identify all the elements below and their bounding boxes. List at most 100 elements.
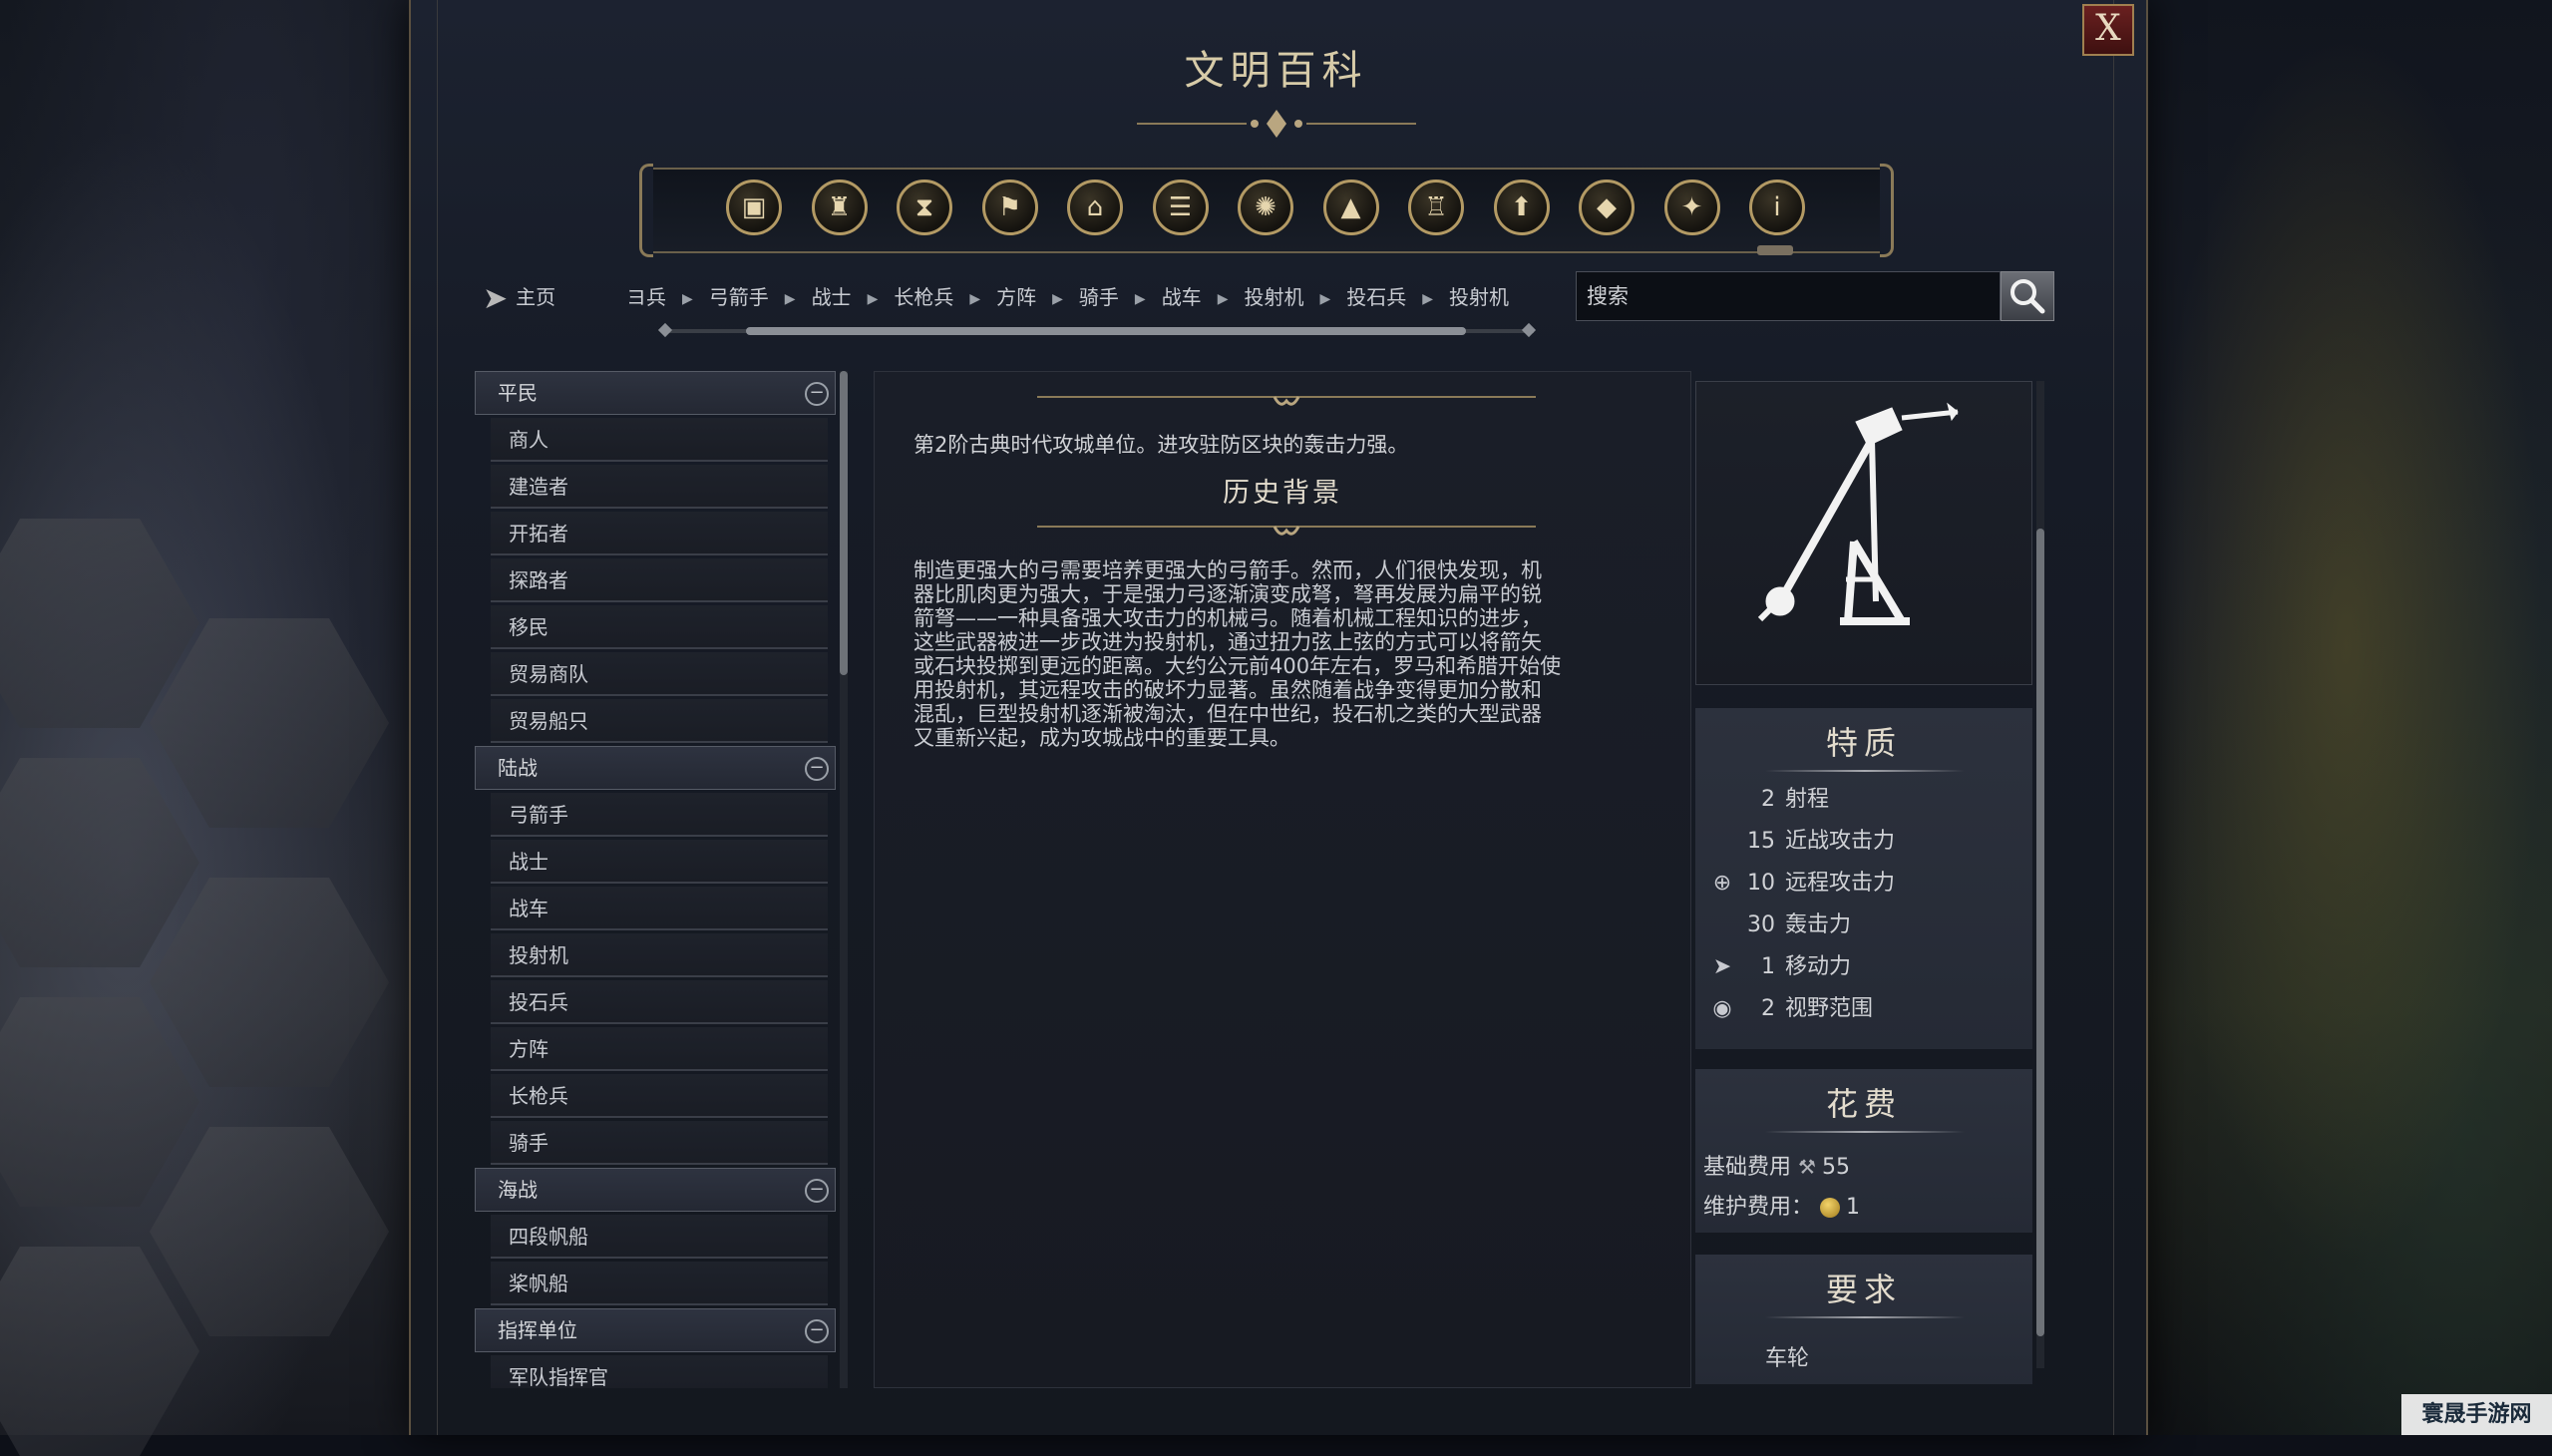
breadcrumb-item[interactable]: 战士 — [812, 279, 852, 315]
list-item[interactable]: 建造者 — [491, 465, 828, 509]
list-item[interactable]: 四段帆船 — [491, 1215, 828, 1259]
trait-row: ➤ 1 移动力 — [1695, 947, 2032, 987]
history-line: 这些武器被进一步改进为投射机，通过扭力弦上弦的方式可以将箭矢 — [913, 630, 1542, 654]
list-scroll-thumb[interactable] — [840, 371, 848, 675]
collapse-icon[interactable]: − — [805, 382, 829, 406]
list-item[interactable]: 骑手 — [491, 1121, 828, 1165]
list-group-header[interactable]: 指挥单位 − — [475, 1308, 836, 1352]
breadcrumb-scroll-thumb[interactable] — [746, 327, 1466, 335]
breadcrumb-item[interactable]: 弓箭手 — [709, 279, 769, 315]
close-button[interactable]: X — [2082, 4, 2134, 56]
breadcrumb-item[interactable]: 投射机 — [1244, 279, 1303, 315]
list-item[interactable]: 战士 — [491, 840, 828, 884]
cost-title: 花费 — [1825, 1085, 1902, 1123]
list-item[interactable]: 弓箭手 — [491, 793, 828, 837]
history-line: 制造更强大的弓需要培养更强大的弓箭手。然而，人们很快发现，机 — [913, 558, 1542, 582]
search-button[interactable] — [2001, 271, 2054, 321]
breadcrumb-separator-icon: ▶ — [784, 290, 796, 307]
back-arrow-icon: ➤ — [483, 280, 509, 316]
breadcrumb-separator-icon: ▶ — [682, 290, 693, 307]
breadcrumb-item[interactable]: 长枪兵 — [894, 279, 953, 315]
breadcrumb-separator-icon: ▶ — [1217, 290, 1229, 307]
unit-list: 平民 − 商人 建造者 开拓者 探路者 移民 贸易商队 贸易船只 陆战 − 弓箭手 战士 战车 投射机 投石兵… — [475, 371, 840, 1388]
history-text: 制造更强大的弓需要培养更强大的弓箭手。然而，人们很快发现，机 器比肌肉更为强大，于… — [913, 558, 1651, 750]
flag-icon[interactable]: ⚑ — [981, 180, 1038, 235]
list-item[interactable]: 探路者 — [491, 558, 828, 602]
home-link[interactable]: ➤ 主页 — [483, 279, 556, 316]
list-item[interactable]: 军队指挥官 — [491, 1355, 828, 1388]
resource-icon[interactable]: ◆ — [1579, 180, 1635, 235]
list-item[interactable]: 贸易船只 — [491, 699, 828, 743]
info-icon[interactable]: i — [1749, 180, 1805, 235]
building-icon[interactable]: ⌂ — [1067, 180, 1123, 235]
history-line: 或石块投掷到更远的距离。大约公元前400年左右，罗马和希腊开始使 — [913, 654, 1562, 678]
trait-value: 15 — [1747, 829, 1775, 854]
collapse-icon[interactable]: − — [805, 1179, 829, 1203]
government-icon[interactable]: ♜ — [811, 180, 868, 235]
trait-label: 近战攻击力 — [1785, 829, 1896, 854]
traits-title: 特质 — [1825, 724, 1902, 762]
breadcrumb: ヨ兵 ▶ 弓箭手 ▶ 战士 ▶ 长枪兵 ▶ 方阵 ▶ 骑手 ▶ 战车 ▶ 投射机 ▶ 投石兵 ▶ 投射机 — [626, 279, 1534, 315]
trait-icon: ➤ — [1712, 954, 1732, 979]
breadcrumb-separator-icon: ▶ — [1134, 290, 1146, 307]
list-item[interactable]: 移民 — [491, 605, 828, 649]
base-cost: 基础费用 ⚒ 55 — [1703, 1149, 1850, 1181]
requirement-item[interactable]: 车轮 — [1765, 1340, 1809, 1372]
trait-row: ◉ 2 视野范围 — [1695, 989, 2032, 1029]
list-group-header[interactable]: 陆战 − — [475, 746, 836, 790]
breadcrumb-separator-icon: ▶ — [969, 290, 981, 307]
list-group-header[interactable]: 平民 − — [475, 371, 836, 415]
city-icon[interactable]: ♖ — [1408, 180, 1464, 235]
list-item[interactable]: 开拓者 — [491, 512, 828, 555]
breadcrumb-separator-icon: ▶ — [867, 290, 879, 307]
title-ornament — [1137, 110, 1416, 138]
breadcrumb-item[interactable]: 骑手 — [1079, 279, 1119, 315]
home-label: 主页 — [516, 285, 556, 309]
unit-portrait — [1695, 381, 2032, 685]
trait-row: 15 近战攻击力 — [1695, 822, 2032, 862]
history-line: 混乱，巨型投射机逐渐被淘汰，但在中世纪，投石机之类的大型武器 — [913, 702, 1542, 726]
trait-row: 30 轰击力 — [1695, 906, 2032, 945]
breadcrumb-item[interactable]: 投射机 — [1449, 279, 1509, 315]
upkeep-label: 维护费用： — [1703, 1195, 1814, 1220]
production-icon: ⚒ — [1798, 1155, 1816, 1179]
list-item[interactable]: 投石兵 — [491, 980, 828, 1024]
breadcrumb-item[interactable]: 方阵 — [996, 279, 1036, 315]
collapse-icon[interactable]: − — [805, 757, 829, 781]
trait-value: 1 — [1761, 954, 1775, 979]
breadcrumb-separator-icon: ▶ — [1422, 290, 1434, 307]
terrain-icon[interactable]: ▲ — [1322, 180, 1379, 235]
trait-value: 2 — [1761, 996, 1775, 1021]
religion-icon[interactable]: ✦ — [1663, 180, 1720, 235]
requirements-title: 要求 — [1825, 1271, 1902, 1308]
unit-summary: 第2阶古典时代攻城单位。进攻驻防区块的轰击力强。 — [913, 433, 1409, 457]
trait-label: 视野范围 — [1785, 996, 1874, 1021]
list-group-header[interactable]: 海战 − — [475, 1168, 836, 1212]
collapse-icon[interactable]: − — [805, 1319, 829, 1343]
improvement-icon[interactable]: ⬆ — [1493, 180, 1550, 235]
list-item[interactable]: 战车 — [491, 887, 828, 930]
group-label: 海战 — [498, 1178, 538, 1202]
science-icon[interactable]: ✺ — [1238, 180, 1293, 235]
watermark-logo: 寰晟手游网 — [2401, 1394, 2552, 1435]
history-ornament — [1037, 526, 1536, 536]
list-item[interactable]: 长枪兵 — [491, 1074, 828, 1118]
breadcrumb-item[interactable]: 战车 — [1162, 279, 1202, 315]
breadcrumb-item[interactable]: 投石兵 — [1346, 279, 1406, 315]
units-icon[interactable]: ▣ — [726, 180, 782, 235]
top-ornament — [1037, 396, 1536, 406]
list-item[interactable]: 桨帆船 — [491, 1262, 828, 1305]
list-item[interactable]: 投射机 — [491, 933, 828, 977]
right-scroll-thumb[interactable] — [2036, 529, 2044, 1336]
breadcrumb-item[interactable]: ヨ兵 — [626, 279, 666, 315]
list-item[interactable]: 方阵 — [491, 1027, 828, 1071]
trait-label: 远程攻击力 — [1785, 871, 1896, 896]
list-item[interactable]: 贸易商队 — [491, 652, 828, 696]
list-item[interactable]: 商人 — [491, 418, 828, 462]
book-icon[interactable]: ☰ — [1152, 180, 1209, 235]
requirements-panel: 要求 车轮 — [1695, 1255, 2032, 1384]
trait-row: ⊕ 10 远程攻击力 — [1695, 864, 2032, 904]
search-input[interactable]: 搜索 — [1576, 271, 2001, 321]
trait-icon: ◉ — [1712, 996, 1732, 1021]
eras-icon[interactable]: ⧗ — [897, 180, 952, 235]
